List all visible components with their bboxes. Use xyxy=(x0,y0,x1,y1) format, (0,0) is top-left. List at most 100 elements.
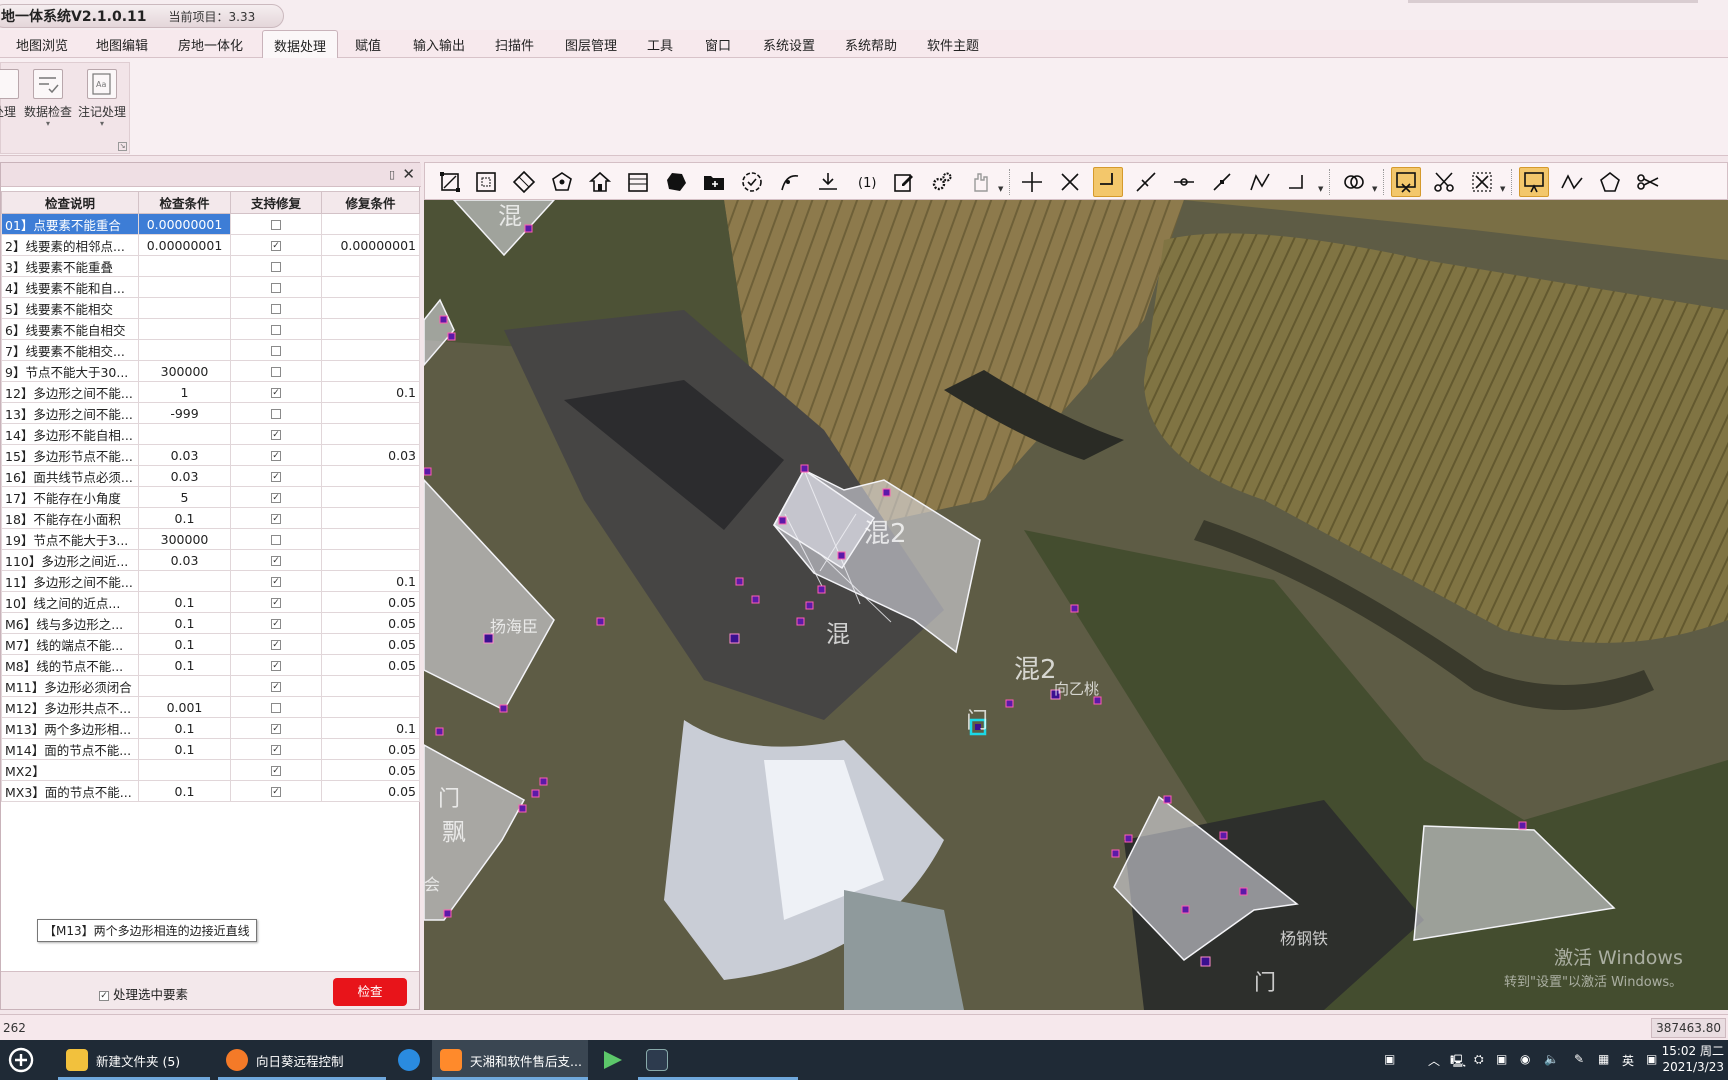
gears-icon[interactable] xyxy=(927,167,957,197)
fix-support-checkbox[interactable] xyxy=(230,318,322,340)
fix-support-checkbox[interactable]: ✓ xyxy=(230,444,322,466)
rule-condition[interactable]: 300000 xyxy=(138,360,231,382)
table-row[interactable]: 110】多边形之间近... 0.03 ✓ xyxy=(1,549,420,571)
checkbox[interactable] xyxy=(271,367,281,377)
rule-condition[interactable] xyxy=(138,255,231,277)
rule-condition[interactable] xyxy=(138,675,231,697)
checkbox[interactable] xyxy=(271,304,281,314)
fix-support-checkbox[interactable]: ✓ xyxy=(230,591,322,613)
tab-scans[interactable]: 扫描件 xyxy=(495,35,534,54)
pentagon-icon[interactable] xyxy=(1595,167,1625,197)
fix-support-checkbox[interactable]: ✓ xyxy=(230,738,322,760)
checkbox[interactable] xyxy=(271,346,281,356)
download-tool[interactable] xyxy=(813,167,843,197)
fix-condition[interactable]: 0.05 xyxy=(321,654,420,676)
rule-condition[interactable]: 0.00000001 xyxy=(138,213,231,235)
fix-support-checkbox[interactable]: ✓ xyxy=(230,486,322,508)
overlap-circles-icon[interactable] xyxy=(1339,167,1369,197)
rule-condition[interactable]: 5 xyxy=(138,486,231,508)
tab-assign[interactable]: 赋值 xyxy=(355,35,381,54)
table-row[interactable]: 7】线要素不能相交... xyxy=(1,339,420,361)
fix-support-checkbox[interactable]: ✓ xyxy=(230,507,322,529)
fix-condition[interactable] xyxy=(321,423,420,445)
rule-condition[interactable]: 0.1 xyxy=(138,633,231,655)
scissors-icon[interactable] xyxy=(1429,167,1459,197)
tray-app-icon[interactable]: ▦ xyxy=(1598,1052,1609,1066)
table-row[interactable]: MX3】面的节点不能... 0.1 ✓ 0.05 xyxy=(1,780,420,802)
fix-condition[interactable] xyxy=(321,213,420,235)
col-header-cond[interactable]: 检查条件 xyxy=(138,191,231,214)
table-row[interactable]: M7】线的端点不能... 0.1 ✓ 0.05 xyxy=(1,633,420,655)
fix-support-checkbox[interactable] xyxy=(230,255,322,277)
fix-condition[interactable] xyxy=(321,696,420,718)
rule-description[interactable]: M11】多边形必须闭合 xyxy=(1,675,139,697)
tab-system-help[interactable]: 系统帮助 xyxy=(845,35,897,54)
folder-import-icon[interactable] xyxy=(699,167,729,197)
select-vertex-tool[interactable] xyxy=(435,167,465,197)
rule-condition[interactable]: 0.001 xyxy=(138,696,231,718)
fix-condition[interactable] xyxy=(321,402,420,424)
fix-condition[interactable]: 0.1 xyxy=(321,717,420,739)
table-row[interactable]: 5】线要素不能相交 xyxy=(1,297,420,319)
fix-support-checkbox[interactable] xyxy=(230,213,322,235)
pin-icon[interactable]: ▯ xyxy=(389,168,395,181)
table-row[interactable]: 2】线要素的相邻点... 0.00000001 ✓ 0.00000001 xyxy=(1,234,420,256)
check-button[interactable]: 检查 xyxy=(333,978,407,1006)
polygon-node-tool[interactable] xyxy=(547,167,577,197)
tab-io[interactable]: 输入输出 xyxy=(413,35,465,54)
rule-condition[interactable] xyxy=(138,276,231,298)
fix-condition[interactable] xyxy=(321,507,420,529)
checkbox[interactable]: ✓ xyxy=(271,661,281,671)
table-row[interactable]: M6】线与多边形之... 0.1 ✓ 0.05 xyxy=(1,612,420,634)
process-button[interactable]: 处理 xyxy=(0,69,21,120)
fix-condition[interactable]: 0.05 xyxy=(321,738,420,760)
table-row[interactable]: M13】两个多边形相... 0.1 ✓ 0.1 xyxy=(1,717,420,739)
fix-support-checkbox[interactable] xyxy=(230,360,322,382)
checkbox[interactable]: ✓ xyxy=(271,556,281,566)
building-tool[interactable] xyxy=(623,167,653,197)
table-row[interactable]: M11】多边形必须闭合 ✓ xyxy=(1,675,420,697)
fix-support-checkbox[interactable]: ✓ xyxy=(230,549,322,571)
rule-description[interactable]: 19】节点不能大于3... xyxy=(1,528,139,550)
fill-polygon-tool[interactable] xyxy=(661,167,691,197)
process-selected-toggle[interactable]: ✓ 处理选中要素 xyxy=(99,984,188,1003)
rule-condition[interactable]: -999 xyxy=(138,402,231,424)
taskbar-app-explorer[interactable]: 新建文件夹 (5) xyxy=(58,1040,210,1080)
fix-condition[interactable]: 0.05 xyxy=(321,633,420,655)
fix-condition[interactable]: 0.1 xyxy=(321,570,420,592)
checkbox[interactable]: ✓ xyxy=(271,241,281,251)
rule-description[interactable]: M14】面的节点不能... xyxy=(1,738,139,760)
tray-app-icon[interactable]: ◉ xyxy=(1520,1052,1530,1066)
rule-condition[interactable]: 300000 xyxy=(138,528,231,550)
rule-condition[interactable] xyxy=(138,339,231,361)
rule-condition[interactable] xyxy=(138,423,231,445)
checkbox[interactable]: ✓ xyxy=(271,640,281,650)
diamond-tool[interactable] xyxy=(509,167,539,197)
checkbox[interactable]: ✓ xyxy=(271,745,281,755)
fix-support-checkbox[interactable] xyxy=(230,297,322,319)
table-row[interactable]: 16】面共线节点必须... 0.03 ✓ xyxy=(1,465,420,487)
table-row[interactable]: 3】线要素不能重叠 xyxy=(1,255,420,277)
number-tool[interactable]: (1) xyxy=(851,167,881,197)
table-row[interactable]: 18】不能存在小面积 0.1 ✓ xyxy=(1,507,420,529)
checkbox[interactable]: ✓ xyxy=(271,472,281,482)
checkbox[interactable]: ✓ xyxy=(99,990,109,1001)
fix-support-checkbox[interactable] xyxy=(230,339,322,361)
checkbox[interactable] xyxy=(271,262,281,272)
line-node-tool[interactable] xyxy=(1169,167,1199,197)
col-header-desc[interactable]: 检查说明 xyxy=(1,191,139,214)
rule-condition[interactable] xyxy=(138,570,231,592)
rule-description[interactable]: 110】多边形之间近... xyxy=(1,549,139,571)
fix-condition[interactable] xyxy=(321,255,420,277)
curve-edit-tool[interactable] xyxy=(775,167,805,197)
annotation-button[interactable]: Aa 注记处理 ▾ xyxy=(77,69,127,128)
rule-description[interactable]: 13】多边形之间不能... xyxy=(1,402,139,424)
split-line-tool[interactable] xyxy=(1131,167,1161,197)
rule-description[interactable]: 01】点要素不能重合 xyxy=(1,213,139,235)
polyline-tool[interactable] xyxy=(1245,167,1275,197)
table-row[interactable]: 13】多边形之间不能... -999 xyxy=(1,402,420,424)
rule-description[interactable]: 5】线要素不能相交 xyxy=(1,297,139,319)
tab-house-land[interactable]: 房地一体化 xyxy=(178,35,243,54)
network-icon[interactable]: 🖳 xyxy=(1450,1052,1466,1073)
checkbox[interactable]: ✓ xyxy=(271,787,281,797)
